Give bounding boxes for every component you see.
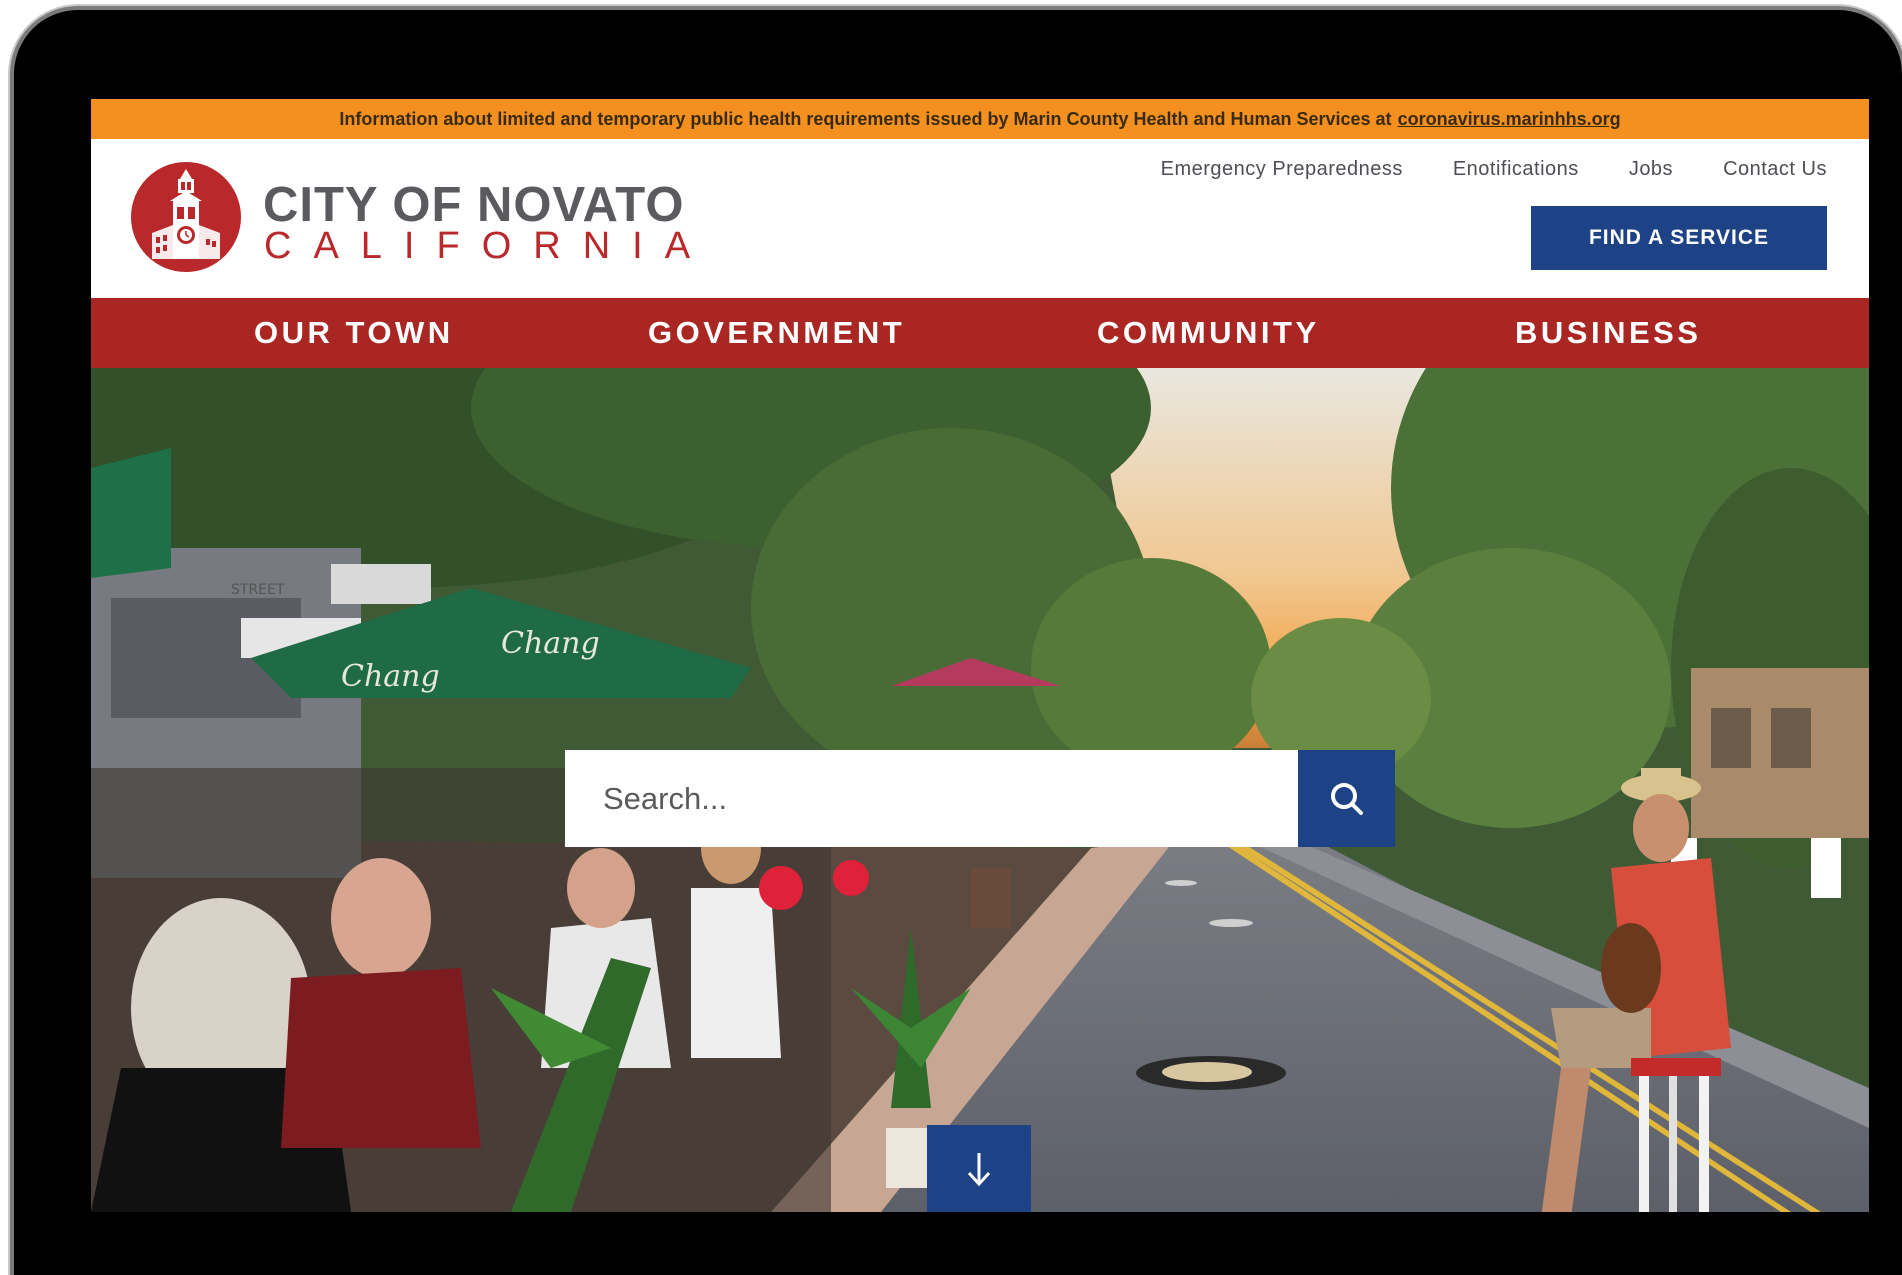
utility-link-emergency-preparedness[interactable]: Emergency Preparedness <box>1161 158 1403 181</box>
browser-viewport: Information about limited and temporary … <box>91 99 1869 1212</box>
utility-link-contact-us[interactable]: Contact Us <box>1723 158 1827 181</box>
nav-item-government[interactable]: GOVERNMENT <box>648 298 905 368</box>
utility-link-jobs[interactable]: Jobs <box>1629 158 1673 181</box>
tablet-frame: Information about limited and temporary … <box>14 10 1902 1275</box>
scroll-down-button[interactable] <box>927 1125 1031 1212</box>
main-nav: OUR TOWN GOVERNMENT COMMUNITY BUSINESS <box>91 298 1869 368</box>
hero-section: Chang Chang STREET <box>91 368 1869 1212</box>
utility-nav: Emergency Preparedness Enotifications Jo… <box>1161 158 1827 181</box>
clock-tower-seal-icon[interactable] <box>130 161 242 273</box>
search-icon <box>1330 782 1363 815</box>
find-a-service-button[interactable]: FIND A SERVICE <box>1531 206 1827 270</box>
umbrella-sign-2: Chang <box>501 626 600 661</box>
health-alert-bar: Information about limited and temporary … <box>91 99 1869 139</box>
nav-item-our-town[interactable]: OUR TOWN <box>254 298 454 368</box>
brand-state: CALIFORNIA <box>264 225 713 267</box>
nav-item-community[interactable]: COMMUNITY <box>1097 298 1320 368</box>
site-header: CITY OF NOVATO CALIFORNIA Emergency Prep… <box>91 139 1869 298</box>
arrow-down-icon <box>967 1152 991 1186</box>
street-sign: STREET <box>231 582 285 598</box>
umbrella-sign-1: Chang <box>341 659 440 694</box>
search-bar <box>565 750 1395 847</box>
alert-link[interactable]: coronavirus.marinhhs.org <box>1398 109 1621 130</box>
utility-link-enotifications[interactable]: Enotifications <box>1453 158 1579 181</box>
search-input[interactable] <box>565 750 1298 847</box>
nav-item-business[interactable]: BUSINESS <box>1515 298 1701 368</box>
search-button[interactable] <box>1298 750 1395 847</box>
alert-text: Information about limited and temporary … <box>339 108 1392 129</box>
